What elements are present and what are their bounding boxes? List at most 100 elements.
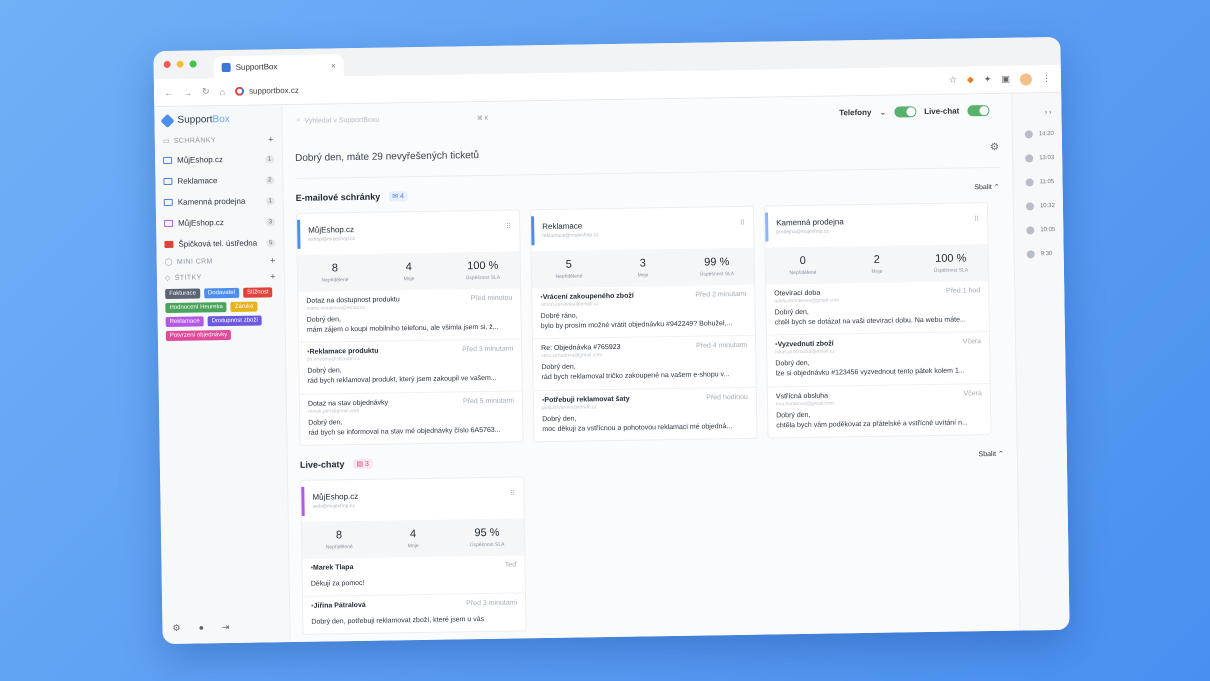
- stat-unresolved[interactable]: 0 Nepřidělené: [766, 254, 840, 276]
- ticket-time: Před 1 hod: [945, 287, 981, 295]
- rail-collapse-icon[interactable]: › ›: [1012, 109, 1061, 117]
- stat-label: Nepřidělené: [555, 273, 583, 280]
- tag-chip[interactable]: Stížnost: [242, 287, 273, 298]
- logout-icon[interactable]: ⇥: [222, 622, 230, 633]
- livechat-toggle[interactable]: [967, 104, 990, 116]
- tag-chip[interactable]: Záruka: [230, 301, 258, 312]
- phones-label[interactable]: Telefony: [839, 107, 871, 117]
- stat-unresolved[interactable]: 5 Nepřidělené: [532, 258, 606, 280]
- stat-sla[interactable]: 100 % Úspěšnost SLA: [446, 259, 520, 282]
- supportbox-logo[interactable]: SupportBox: [160, 113, 273, 128]
- chat-collapse-button[interactable]: Sbalit ⌃: [978, 450, 1003, 458]
- reload-icon[interactable]: ↻: [202, 86, 210, 97]
- maximize-dot[interactable]: [189, 60, 197, 68]
- google-icon: [234, 86, 245, 96]
- stat-mine[interactable]: 2 Moje: [840, 253, 914, 275]
- card-header[interactable]: Kamenná prodejna prodejna@mujeshop.cz ⠿: [765, 209, 988, 242]
- ticket-preview: chtěl bych se dotázat na vaši otevírací …: [774, 316, 966, 327]
- sidebar-footer: ⚙ ● ⇥: [172, 622, 229, 634]
- card-mailbox-name: Reklamace: [542, 221, 583, 232]
- extensions-puzzle-icon[interactable]: ✦: [984, 74, 992, 85]
- tag-chip[interactable]: Fakturace: [165, 288, 200, 300]
- close-dot[interactable]: [163, 60, 171, 69]
- minimize-dot[interactable]: [176, 60, 184, 68]
- activity-item[interactable]: 14:20: [1013, 130, 1062, 139]
- add-contact-icon[interactable]: +: [270, 255, 276, 265]
- tag-chip[interactable]: Dodavatel: [203, 287, 240, 299]
- phones-toggle[interactable]: [894, 105, 917, 118]
- card-mailbox-email: eshop@mujeshop.cz: [308, 236, 356, 243]
- activity-item[interactable]: 13:03: [1013, 154, 1062, 163]
- sidepanel-icon[interactable]: ▣: [1001, 74, 1010, 85]
- tag-list: Fakturace Dodavatel Stížnost Hodnocení Heur…: [165, 287, 277, 341]
- chat-count-badge: ▤ 3: [352, 458, 373, 469]
- stat-unresolved[interactable]: 8 Nepřidělené: [302, 529, 376, 551]
- card-header[interactable]: MůjEshop.cz eshop@mujeshop.cz ⠿: [297, 216, 520, 249]
- mailbox-count: 1: [265, 196, 275, 205]
- email-collapse-button[interactable]: Sbalit ⌃: [974, 183, 999, 191]
- browser-tab[interactable]: SupportBox ×: [213, 54, 344, 79]
- activity-item[interactable]: 10:32: [1014, 202, 1063, 211]
- activity-item[interactable]: 9:30: [1015, 250, 1064, 259]
- ticket-item[interactable]: • Jiřina Pátralová Před 3 minutami Dobrý d…: [303, 593, 526, 634]
- mini-crm-heading[interactable]: ◯ MINI CRM +: [165, 255, 276, 267]
- stat-unresolved[interactable]: 8 Nepřidělené: [298, 262, 372, 284]
- email-section-title: E-mailové schránky: [295, 191, 381, 203]
- ticket-item[interactable]: • Vrácení zakoupeného zboží Před 2 minuta…: [532, 284, 755, 340]
- stat-label: Úspěšnost SLA: [469, 541, 505, 549]
- stat-sla[interactable]: 100 % Úspěšnost SLA: [914, 252, 988, 274]
- drag-handle-icon[interactable]: ⠿: [974, 215, 979, 223]
- card-header[interactable]: MůjEshop.cz web@mujeshop.cz ⠿: [301, 483, 524, 516]
- activity-item[interactable]: 10:05: [1014, 226, 1063, 235]
- drag-handle-icon[interactable]: ⠿: [506, 223, 511, 231]
- url-field[interactable]: supportbox.cz: [234, 86, 299, 96]
- ticket-item[interactable]: • Potřebuji reklamovat šaty Před hodinou j…: [534, 387, 757, 441]
- rail-list: 14:20 13:03 11:05 10:32 10:05 9:30: [1013, 130, 1064, 259]
- drag-handle-icon[interactable]: ⠿: [510, 489, 515, 497]
- ticket-item[interactable]: • Vyzvednutí zboží Včera lukas.prochazka@e…: [766, 332, 990, 388]
- sidebar-mailbox-item[interactable]: MůjEshop.cz 1: [163, 150, 275, 169]
- dashboard-settings-icon[interactable]: ⚙: [990, 142, 999, 153]
- ticket-item[interactable]: • Marek Tlapa Teď Děkuji za pomoc!: [302, 555, 525, 597]
- sidebar-mailbox-item[interactable]: Kamenná prodejna 1: [163, 192, 275, 211]
- ticket-item[interactable]: • Reklamace produktu Před 3 minutami jiri.…: [299, 339, 522, 395]
- home-icon[interactable]: ⌂: [220, 87, 226, 97]
- stat-mine[interactable]: 4 Moje: [372, 261, 446, 283]
- browser-menu-icon[interactable]: ⋮: [1042, 73, 1051, 84]
- add-tag-icon[interactable]: +: [270, 271, 276, 281]
- card-stats: 8 Nepřidělené 4 Moje 100 % Úspěšnost SLA: [297, 251, 521, 292]
- profile-avatar[interactable]: [1019, 72, 1033, 86]
- back-icon[interactable]: ←: [164, 87, 173, 97]
- search-input[interactable]: ⌕ Vyhledat v SupportBoxu ⌘ K: [292, 110, 492, 129]
- ticket-item[interactable]: Vstřícná obsluha Včera eva.horakova@gmail.…: [768, 384, 991, 438]
- tag-chip[interactable]: Reklamace: [165, 316, 204, 328]
- tag-chip[interactable]: Potvrzení objednávky: [165, 329, 232, 341]
- stat-sla[interactable]: 95 % Úspěšnost SLA: [450, 526, 524, 548]
- card-header[interactable]: Reklamace reklamace@mujeshop.cz ⠿: [531, 212, 754, 246]
- activity-item[interactable]: 11:05: [1014, 178, 1063, 187]
- tag-chip[interactable]: Hodnocení Heureka: [165, 302, 227, 314]
- user-icon[interactable]: ●: [198, 622, 204, 633]
- tag-chip[interactable]: Dostupnost zboží: [207, 315, 263, 327]
- sidebar-mailbox-item[interactable]: Špičková tel. ústředna 5: [164, 234, 276, 253]
- forward-icon[interactable]: →: [183, 87, 192, 97]
- ticket-item[interactable]: Dotaz na stav objednávky Před 5 minutami n…: [300, 391, 523, 445]
- extension-fox-icon[interactable]: ◆: [967, 74, 974, 85]
- ticket-item[interactable]: Re: Objednávka #765923 Před 4 minutami ver…: [532, 336, 756, 391]
- stat-mine[interactable]: 4 Moje: [376, 527, 450, 549]
- ticket-time: Před 2 minutami: [695, 290, 747, 299]
- chevron-down-icon[interactable]: ⌄: [879, 107, 886, 116]
- email-cards: MůjEshop.cz eshop@mujeshop.cz ⠿ 8 Nepřidělen…: [295, 202, 1004, 446]
- card-stats: 5 Nepřidělené 3 Moje 99 % Úspěšnost SLA: [531, 247, 755, 289]
- drag-handle-icon[interactable]: ⠿: [740, 219, 745, 227]
- add-mailbox-icon[interactable]: +: [268, 134, 274, 144]
- tab-close-icon[interactable]: ×: [331, 61, 336, 70]
- stat-mine[interactable]: 3 Moje: [606, 257, 680, 279]
- settings-gear-icon[interactable]: ⚙: [172, 623, 180, 634]
- ticket-item[interactable]: Dotaz na dostupnost produktu Před minutou…: [298, 288, 521, 344]
- bookmark-star-icon[interactable]: ☆: [949, 75, 957, 86]
- sidebar-mailbox-item[interactable]: Reklamace 2: [163, 171, 275, 190]
- ticket-item[interactable]: Otevírací doba Před 1 hod adela.dvorakova@…: [766, 281, 989, 336]
- sidebar-mailbox-item[interactable]: MůjEshop.cz 3: [164, 213, 276, 232]
- stat-sla[interactable]: 99 % Úspěšnost SLA: [680, 256, 754, 278]
